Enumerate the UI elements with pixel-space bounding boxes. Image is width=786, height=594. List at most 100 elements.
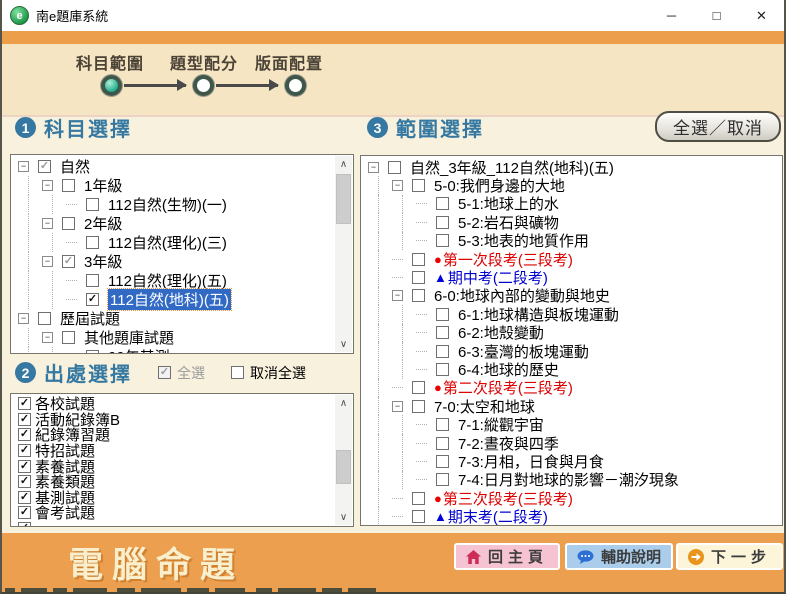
next-step-button[interactable]: 下一步	[676, 543, 783, 570]
checkbox[interactable]	[412, 400, 425, 413]
source-list-scrollbar[interactable]: ∧ ∨	[335, 395, 352, 525]
list-item-label[interactable]: 會考試題	[35, 502, 95, 523]
tree-row[interactable]: 6-2:地殼變動	[363, 324, 780, 342]
tree-row[interactable]: − 1年級	[13, 176, 334, 195]
tree-row[interactable]: −自然_3年級_112自然(地科)(五)	[363, 158, 780, 176]
checkbox[interactable]	[412, 510, 425, 523]
checkbox[interactable]	[18, 460, 31, 473]
scroll-up-icon[interactable]: ∧	[335, 395, 352, 411]
minimize-icon[interactable]: ─	[649, 0, 694, 31]
checkbox[interactable]	[86, 293, 99, 306]
checkbox[interactable]	[412, 289, 425, 302]
checkbox[interactable]	[436, 345, 449, 358]
checkbox[interactable]	[86, 236, 99, 249]
checkbox[interactable]	[436, 308, 449, 321]
tree-node-label[interactable]: 其他題庫試題	[84, 327, 174, 348]
tree-row[interactable]: 7-1:縱觀宇宙	[363, 415, 780, 433]
checkbox[interactable]	[38, 160, 51, 173]
tree-row[interactable]: 7-4:日月對地球的影響－潮汐現象	[363, 471, 780, 489]
tree-row[interactable]: ●第三次段考(三段考)	[363, 489, 780, 507]
tree-row[interactable]: − 其他題庫試題	[13, 328, 334, 347]
tree-row[interactable]: 112自然(理化)(五)	[13, 271, 334, 290]
tree-node-label[interactable]: 112自然(地科)(五)	[108, 289, 231, 310]
checkbox[interactable]	[436, 363, 449, 376]
tree-node-label[interactable]: 112自然(理化)(三)	[108, 232, 227, 253]
tree-row[interactable]: 6-4:地球的歷史	[363, 360, 780, 378]
checkbox[interactable]	[388, 161, 401, 174]
tree-node-label[interactable]: 2年級	[84, 213, 122, 234]
tree-node-label[interactable]: 112自然(理化)(五)	[108, 270, 227, 291]
checkbox[interactable]	[62, 179, 75, 192]
checkbox[interactable]	[436, 473, 449, 486]
checkbox[interactable]	[436, 455, 449, 468]
checkbox[interactable]	[412, 179, 425, 192]
tree-row[interactable]: −7-0:太空和地球	[363, 397, 780, 415]
tree-row[interactable]: 99年基測	[13, 347, 334, 354]
tree-row[interactable]: 7-2:晝夜與四季	[363, 434, 780, 452]
checkbox[interactable]	[62, 331, 75, 344]
tree-row[interactable]: 112自然(地科)(五)	[13, 290, 334, 309]
checkbox[interactable]	[18, 444, 31, 457]
collapse-icon[interactable]: −	[42, 218, 53, 229]
checkbox[interactable]	[86, 198, 99, 211]
close-icon[interactable]: ✕	[739, 0, 784, 31]
checkbox[interactable]	[18, 428, 31, 441]
collapse-icon[interactable]: −	[392, 290, 403, 301]
checkbox[interactable]	[18, 475, 31, 488]
tree-row[interactable]: ▲期中考(二段考)	[363, 268, 780, 286]
tree-row[interactable]: −6-0:地球內部的變動與地史	[363, 287, 780, 305]
checkbox[interactable]	[18, 413, 31, 426]
tree-row[interactable]: − 2年級	[13, 214, 334, 233]
checkbox[interactable]	[412, 381, 425, 394]
tree-row[interactable]: ●第二次段考(三段考)	[363, 379, 780, 397]
checkbox[interactable]	[436, 418, 449, 431]
tree-row[interactable]: 112自然(理化)(三)	[13, 233, 334, 252]
tree-node-label[interactable]: 1年級	[84, 175, 122, 196]
collapse-icon[interactable]: −	[368, 162, 379, 173]
tree-row[interactable]: 6-3:臺灣的板塊運動	[363, 342, 780, 360]
checkbox[interactable]	[436, 197, 449, 210]
subject-tree-scrollbar[interactable]: ∧ ∨	[335, 156, 352, 352]
checkbox[interactable]	[412, 492, 425, 505]
help-button[interactable]: 輔助說明	[565, 543, 673, 570]
tree-row[interactable]: 5-3:地表的地質作用	[363, 232, 780, 250]
checkbox[interactable]	[18, 506, 31, 519]
checkbox[interactable]	[436, 234, 449, 247]
scroll-down-icon[interactable]: ∨	[335, 336, 352, 352]
checkbox[interactable]	[436, 326, 449, 339]
deselect-all-checkbox[interactable]: 取消全選	[231, 363, 306, 383]
list-item[interactable]: 會考試題	[13, 505, 334, 521]
tree-row[interactable]: −歷屆試題	[13, 309, 334, 328]
checkbox[interactable]	[158, 366, 171, 379]
checkbox[interactable]	[18, 522, 31, 527]
tree-node-label[interactable]: 歷屆試題	[60, 308, 120, 329]
home-button[interactable]: 回主頁	[454, 543, 560, 570]
checkbox[interactable]	[86, 350, 99, 354]
checkbox[interactable]	[412, 253, 425, 266]
tree-row[interactable]: 6-1:地球構造與板塊運動	[363, 305, 780, 323]
collapse-icon[interactable]: −	[392, 401, 403, 412]
collapse-icon[interactable]: −	[18, 161, 29, 172]
checkbox[interactable]	[38, 312, 51, 325]
scroll-down-icon[interactable]: ∨	[335, 509, 352, 525]
checkbox[interactable]	[436, 216, 449, 229]
collapse-icon[interactable]: −	[42, 332, 53, 343]
tree-node-label[interactable]: 期末考(二段考)	[448, 506, 548, 526]
collapse-icon[interactable]: −	[392, 180, 403, 191]
scrollbar-thumb[interactable]	[336, 174, 351, 224]
checkbox[interactable]	[62, 217, 75, 230]
tree-row[interactable]: 5-2:岩石與礦物	[363, 213, 780, 231]
collapse-icon[interactable]: −	[42, 180, 53, 191]
tree-row[interactable]: ●第一次段考(三段考)	[363, 250, 780, 268]
tree-row[interactable]: −5-0:我們身邊的大地	[363, 176, 780, 194]
tree-node-label[interactable]: 自然	[60, 156, 90, 177]
scroll-up-icon[interactable]: ∧	[335, 156, 352, 172]
select-all-checkbox[interactable]: 全選	[158, 363, 205, 383]
checkbox[interactable]	[231, 366, 244, 379]
tree-row[interactable]: ▲期末考(二段考)	[363, 507, 780, 525]
select-all-toggle-button[interactable]: 全選／取消	[655, 111, 781, 142]
tree-row[interactable]: 5-1:地球上的水	[363, 195, 780, 213]
tree-node-label[interactable]: 99年基測	[108, 346, 170, 354]
checkbox[interactable]	[18, 491, 31, 504]
tree-row[interactable]: 112自然(生物)(一)	[13, 195, 334, 214]
